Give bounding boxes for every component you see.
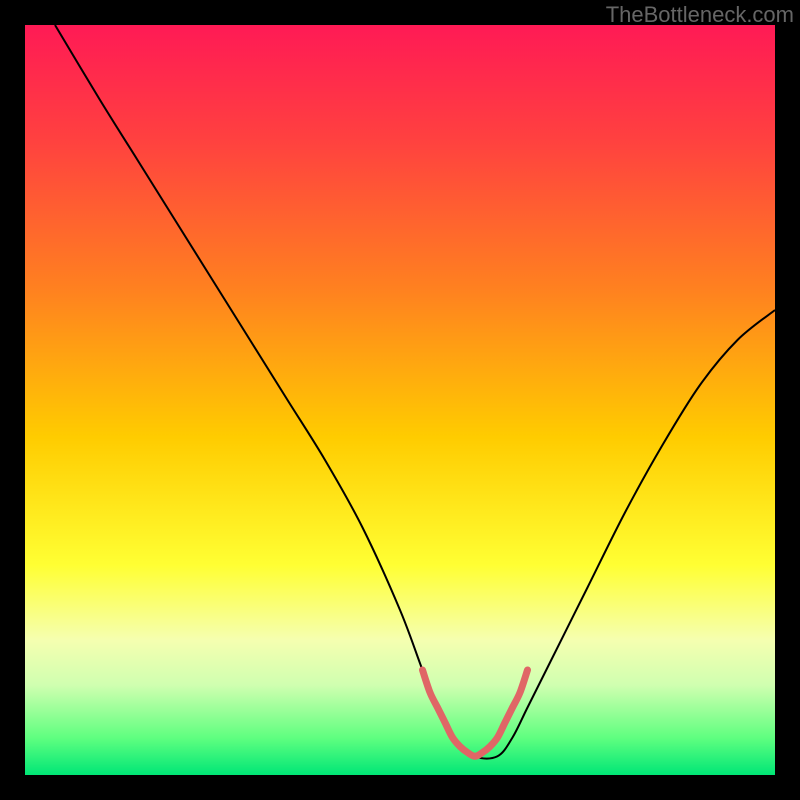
bottleneck-chart bbox=[25, 25, 775, 775]
chart-background bbox=[25, 25, 775, 775]
watermark-text: TheBottleneck.com bbox=[606, 2, 794, 28]
chart-container bbox=[25, 25, 775, 775]
